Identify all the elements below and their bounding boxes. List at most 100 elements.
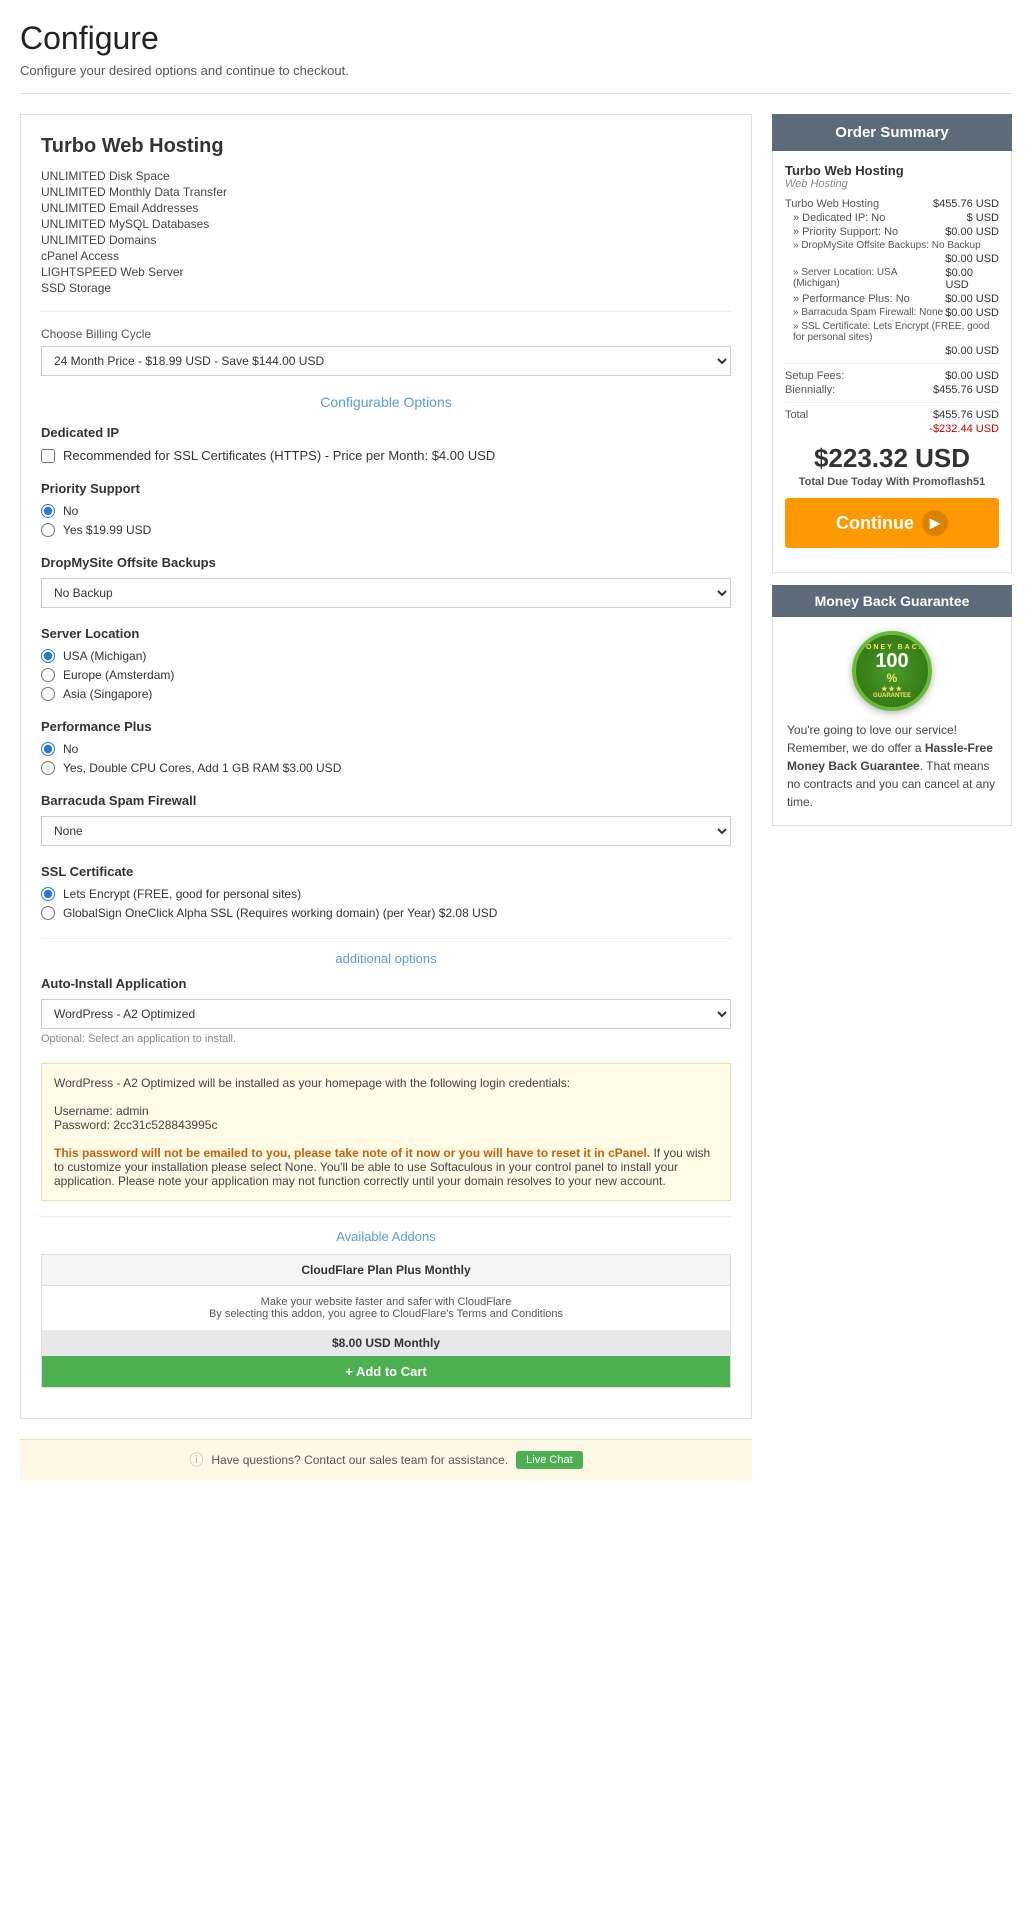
ssl-globalsign-radio[interactable] (41, 906, 55, 920)
perf-yes-radio[interactable] (41, 761, 55, 775)
priority-yes-row: Yes $19.99 USD (41, 523, 731, 537)
priority-yes-radio[interactable] (41, 523, 55, 537)
config-panel: Turbo Web Hosting UNLIMITED Disk Space U… (20, 114, 752, 1419)
perf-no-row: No (41, 742, 731, 756)
summary-row-total: Total $455.76 USD (785, 409, 999, 421)
barracuda-group: Barracuda Spam Firewall None Basic Advan… (41, 793, 731, 846)
server-asia-radio[interactable] (41, 687, 55, 701)
summary-setup-value: $0.00 USD (945, 370, 999, 382)
auto-install-hint: Optional: Select an application to insta… (41, 1033, 731, 1045)
product-title: Turbo Web Hosting (41, 135, 731, 158)
summary-perf-value: $0.00 USD (945, 293, 999, 305)
performance-plus-group: Performance Plus No Yes, Double CPU Core… (41, 719, 731, 775)
guarantee-badge: MONEY BACK 100 % ★★★ GUARANTEE (852, 631, 932, 711)
summary-barracuda-label: » Barracuda Spam Firewall: None (793, 307, 943, 319)
summary-row-dropmysite-price: $0.00 USD (785, 253, 999, 265)
summary-row-discount: -$232.44 USD (785, 423, 999, 435)
summary-priority-label: » Priority Support: No (793, 226, 898, 238)
page-title: Configure (20, 20, 1012, 57)
summary-row-biennially: Biennially: $455.76 USD (785, 384, 999, 396)
big-price: $223.32 USD (785, 443, 999, 474)
server-location-group: Server Location USA (Michigan) Europe (A… (41, 626, 731, 701)
summary-perf-label: » Performance Plus: No (793, 293, 910, 305)
summary-server-label: » Server Location: USA (Michigan) (793, 267, 946, 291)
ssl-letsencrypt-radio[interactable] (41, 887, 55, 901)
additional-options-title: additional options (41, 938, 731, 966)
server-europe-label: Europe (Amsterdam) (63, 668, 174, 682)
summary-divider-2 (785, 402, 999, 403)
performance-plus-label: Performance Plus (41, 719, 731, 734)
ssl-label: SSL Certificate (41, 864, 731, 879)
configurable-options-title: Configurable Options (41, 394, 731, 410)
dropmysite-select[interactable]: No Backup Basic Advanced Premium (41, 578, 731, 608)
cloudflare-addon-title: CloudFlare Plan Plus Monthly (42, 1255, 730, 1286)
auto-install-group: Auto-Install Application WordPress - A2 … (41, 976, 731, 1045)
server-usa-label: USA (Michigan) (63, 649, 146, 663)
priority-no-row: No (41, 504, 731, 518)
summary-dedicated-label: » Dedicated IP: No (793, 212, 885, 224)
summary-divider (785, 363, 999, 364)
perf-no-radio[interactable] (41, 742, 55, 756)
cloudflare-add-to-cart-button[interactable]: + Add to Cart (42, 1356, 730, 1387)
help-icon: ⓘ (189, 1450, 203, 1470)
cloudflare-price: $8.00 USD Monthly (42, 1330, 730, 1356)
summary-hosting-value: $455.76 USD (933, 198, 999, 210)
money-back-text: You're going to love our service! Rememb… (787, 721, 997, 811)
summary-product-subtitle: Web Hosting (785, 178, 999, 190)
feature-item: UNLIMITED MySQL Databases (41, 216, 731, 232)
summary-dedicated-value: $ USD (967, 212, 999, 224)
badge-circle: MONEY BACK 100 % ★★★ GUARANTEE (852, 631, 932, 711)
summary-server-value: $0.00 USD (946, 267, 1000, 291)
promo-code: flash51 (947, 476, 985, 488)
dedicated-ip-checkbox[interactable] (41, 449, 55, 463)
feature-list: UNLIMITED Disk Space UNLIMITED Monthly D… (41, 168, 731, 296)
server-europe-radio[interactable] (41, 668, 55, 682)
available-addons-title: Available Addons (41, 1216, 731, 1244)
wp-main-text: WordPress - A2 Optimized will be install… (54, 1076, 718, 1090)
order-summary-title: Order Summary (786, 124, 998, 141)
money-back-title: Money Back Guarantee (786, 593, 998, 609)
summary-priority-value: $0.00 USD (945, 226, 999, 238)
dedicated-ip-label: Dedicated IP (41, 425, 731, 440)
live-chat-button[interactable]: Live Chat (516, 1451, 582, 1469)
barracuda-select[interactable]: None Basic Advanced (41, 816, 731, 846)
server-usa-radio[interactable] (41, 649, 55, 663)
dropmysite-label: DropMySite Offsite Backups (41, 555, 731, 570)
badge-percent: % (887, 671, 898, 685)
feature-item: UNLIMITED Email Addresses (41, 200, 731, 216)
summary-row-ssl-price: $0.00 USD (785, 345, 999, 357)
summary-dropmysite-price-value: $0.00 USD (945, 253, 999, 265)
summary-row-priority: » Priority Support: No $0.00 USD (785, 226, 999, 238)
summary-ssl-price-value: $0.00 USD (945, 345, 999, 357)
summary-hosting-label: Turbo Web Hosting (785, 198, 879, 210)
continue-label: Continue (836, 513, 914, 534)
summary-product-title: Turbo Web Hosting (785, 163, 999, 178)
auto-install-select[interactable]: WordPress - A2 Optimized None Joomla Dru… (41, 999, 731, 1029)
dropmysite-group: DropMySite Offsite Backups No Backup Bas… (41, 555, 731, 608)
priority-no-radio[interactable] (41, 504, 55, 518)
summary-row-dedicated: » Dedicated IP: No $ USD (785, 212, 999, 224)
ssl-letsencrypt-label: Lets Encrypt (FREE, good for personal si… (63, 887, 301, 901)
continue-button[interactable]: Continue ► (785, 498, 999, 548)
summary-total-value: $455.76 USD (933, 409, 999, 421)
dedicated-ip-group: Dedicated IP Recommended for SSL Certifi… (41, 425, 731, 463)
feature-item: UNLIMITED Domains (41, 232, 731, 248)
order-summary-body: Turbo Web Hosting Web Hosting Turbo Web … (772, 151, 1012, 573)
summary-row-hosting: Turbo Web Hosting $455.76 USD (785, 198, 999, 210)
ssl-globalsign-label: GlobalSign OneClick Alpha SSL (Requires … (63, 906, 497, 920)
feature-item: UNLIMITED Disk Space (41, 168, 731, 184)
summary-row-dropmysite: » DropMySite Offsite Backups: No Backup (785, 240, 999, 251)
badge-guarantee-text: GUARANTEE (873, 693, 911, 699)
server-europe-row: Europe (Amsterdam) (41, 668, 731, 682)
priority-no-label: No (63, 504, 78, 518)
cloudflare-addon-card: CloudFlare Plan Plus Monthly Make your w… (41, 1254, 731, 1388)
feature-item: UNLIMITED Monthly Data Transfer (41, 184, 731, 200)
server-asia-label: Asia (Singapore) (63, 687, 152, 701)
summary-dropmysite-label: » DropMySite Offsite Backups: No Backup (793, 240, 981, 251)
ssl-globalsign-row: GlobalSign OneClick Alpha SSL (Requires … (41, 906, 731, 920)
left-column: Turbo Web Hosting UNLIMITED Disk Space U… (20, 114, 752, 1480)
summary-biennially-value: $455.76 USD (933, 384, 999, 396)
ssl-letsencrypt-row: Lets Encrypt (FREE, good for personal si… (41, 887, 731, 901)
wp-warning: This password will not be emailed to you… (54, 1146, 718, 1188)
billing-cycle-select[interactable]: 24 Month Price - $18.99 USD - Save $144.… (41, 346, 731, 376)
